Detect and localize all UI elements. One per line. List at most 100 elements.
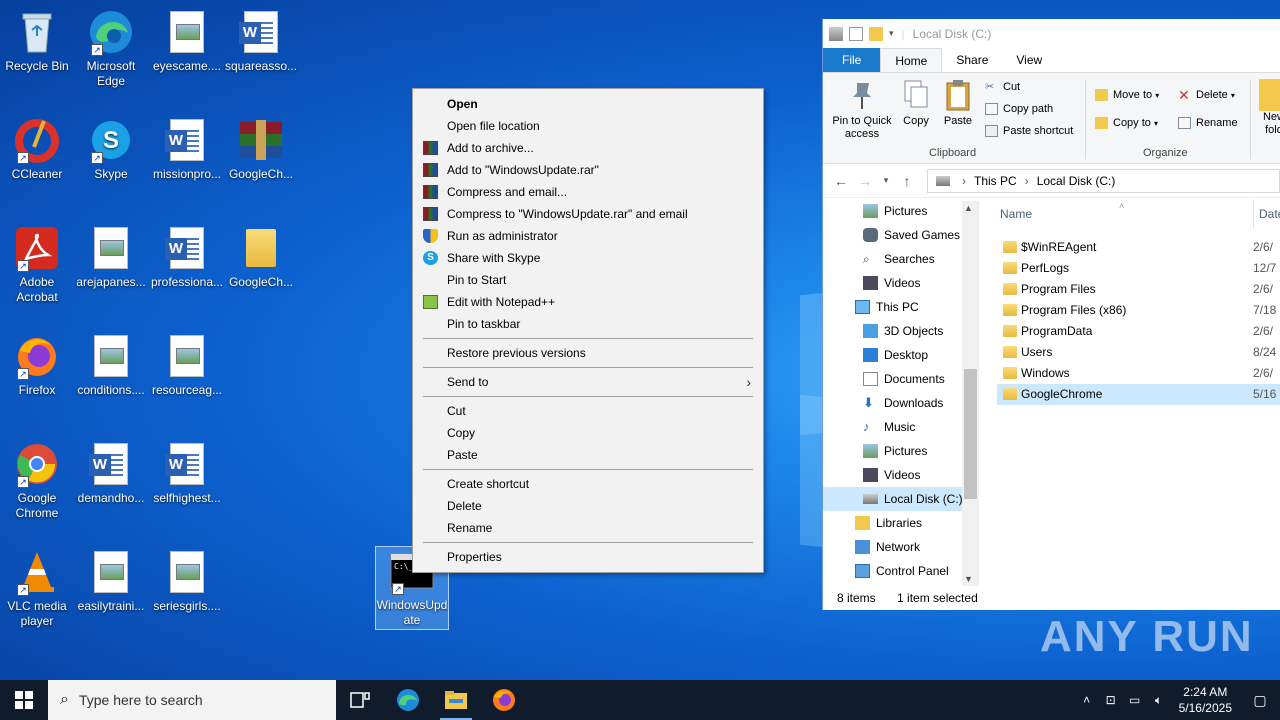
desktop-icon-file[interactable]: W professiona... (150, 224, 224, 290)
new-folder-button[interactable]: New fold (1259, 79, 1280, 137)
quick-access-dropdown-icon[interactable]: ▾ (889, 28, 894, 39)
paste-button[interactable]: Paste (941, 79, 975, 128)
tab-home[interactable]: Home (880, 48, 943, 72)
column-header-date[interactable]: Date (1253, 199, 1280, 229)
desktop-icon-recycle-bin[interactable]: Recycle Bin (0, 8, 74, 74)
chevron-up-icon[interactable]: ˄ (1075, 693, 1099, 707)
nav-item-network[interactable]: Network (823, 535, 979, 559)
desktop-icon-edge[interactable]: ↗ Microsoft Edge (74, 8, 148, 89)
task-view-button[interactable] (336, 680, 384, 720)
file-row[interactable]: Program Files 2/6/ (993, 279, 1280, 300)
menu-item-open-file-location[interactable]: Open file location (413, 115, 763, 137)
back-arrow-icon[interactable]: ← (829, 173, 853, 189)
title-bar[interactable]: ▾ | Local Disk (C:) (823, 19, 1280, 48)
properties-icon[interactable] (849, 26, 863, 41)
nav-item-searches[interactable]: ⌕ Searches (823, 247, 979, 271)
desktop-icon-skype[interactable]: S ↗ Skype (74, 116, 148, 182)
copy-button[interactable]: Copy (899, 79, 933, 128)
menu-item-edit-with-notepadpp[interactable]: Edit with Notepad++ (413, 291, 763, 313)
forward-arrow-icon[interactable]: → (853, 173, 877, 189)
move-to-button[interactable]: Move to ▾ (1095, 85, 1159, 105)
nav-item-videos[interactable]: Videos (823, 271, 979, 295)
nav-item-3d-objects[interactable]: 3D Objects (823, 319, 979, 343)
desktop-icon-folder[interactable]: GoogleCh... (224, 224, 298, 290)
nav-item-this-pc[interactable]: This PC (823, 295, 979, 319)
file-row-selected[interactable]: GoogleChrome 5/16 (997, 384, 1280, 405)
taskbar-edge[interactable] (384, 680, 432, 720)
taskbar-search[interactable]: ⌕ Type here to search (48, 680, 336, 720)
taskbar-firefox[interactable] (480, 680, 528, 720)
menu-item-properties[interactable]: Properties (413, 546, 763, 568)
scrollbar-thumb[interactable] (964, 369, 977, 499)
menu-item-compress-and-email[interactable]: Compress and email... (413, 181, 763, 203)
new-folder-icon[interactable] (869, 26, 883, 41)
menu-item-send-to[interactable]: Send to › (413, 371, 763, 393)
nav-item-saved-games[interactable]: Saved Games (823, 223, 979, 247)
paste-shortcut-button[interactable]: Paste shortcut (985, 121, 1073, 141)
nav-item-libraries[interactable]: Libraries (823, 511, 979, 535)
desktop-icon-file[interactable]: easilytraini... (74, 548, 148, 614)
desktop-icon-file[interactable]: W demandho... (74, 440, 148, 506)
nav-item-videos[interactable]: Videos (823, 463, 979, 487)
security-icon[interactable]: ⊡ (1099, 693, 1123, 707)
network-icon[interactable]: ▭ (1123, 693, 1147, 707)
copy-path-button[interactable]: Copy path (985, 99, 1053, 119)
menu-item-pin-to-start[interactable]: Pin to Start (413, 269, 763, 291)
up-arrow-icon[interactable]: ↑ (895, 173, 919, 189)
menu-item-compress-to-rar-and-email[interactable]: Compress to "WindowsUpdate.rar" and emai… (413, 203, 763, 225)
volume-icon[interactable]: 🔈︎ (1147, 693, 1171, 708)
cut-button[interactable]: ✂ Cut (985, 77, 1020, 97)
desktop-icon-file[interactable]: seriesgirls.... (150, 548, 224, 614)
copy-to-button[interactable]: Copy to ▾ (1095, 113, 1158, 133)
nav-item-pictures[interactable]: Pictures (823, 439, 979, 463)
menu-item-restore-previous-versions[interactable]: Restore previous versions (413, 342, 763, 364)
desktop-icon-google-chrome[interactable]: ↗ Google Chrome (0, 440, 74, 521)
file-row[interactable]: PerfLogs 12/7 (993, 258, 1280, 279)
nav-item-desktop[interactable]: Desktop (823, 343, 979, 367)
desktop-icon-file[interactable]: arejapanes... (74, 224, 148, 290)
nav-item-pictures[interactable]: Pictures (823, 199, 979, 223)
column-header-name[interactable]: Name (1000, 199, 1032, 229)
tab-share[interactable]: Share (942, 48, 1002, 72)
desktop-icon-file[interactable]: resourceag... (150, 332, 224, 398)
rename-button[interactable]: Rename (1178, 113, 1238, 133)
delete-button[interactable]: ✕ Delete ▾ (1178, 85, 1235, 105)
breadcrumb-this-pc[interactable]: This PC (974, 174, 1017, 188)
menu-item-share-with-skype[interactable]: S Share with Skype (413, 247, 763, 269)
notifications-icon[interactable]: ▢ (1240, 692, 1280, 709)
menu-item-add-to-rar[interactable]: Add to "WindowsUpdate.rar" (413, 159, 763, 181)
menu-item-pin-to-taskbar[interactable]: Pin to taskbar (413, 313, 763, 335)
file-row[interactable]: $WinREAgent 2/6/ (993, 237, 1280, 258)
menu-item-rename[interactable]: Rename (413, 517, 763, 539)
desktop-icon-file[interactable]: eyescame.... (150, 8, 224, 74)
menu-item-create-shortcut[interactable]: Create shortcut (413, 473, 763, 495)
taskbar-file-explorer[interactable] (432, 680, 480, 720)
menu-item-copy[interactable]: Copy (413, 422, 763, 444)
desktop-icon-file[interactable]: W missionpro... (150, 116, 224, 182)
pin-to-quick-access-button[interactable]: Pin to Quick access (829, 79, 895, 141)
desktop-icon-file[interactable]: W selfhighest... (150, 440, 224, 506)
tab-view[interactable]: View (1002, 48, 1056, 72)
scroll-down-arrow-icon[interactable]: ▼ (964, 574, 973, 584)
tab-file[interactable]: File (823, 48, 881, 72)
desktop-icon-file[interactable]: conditions.... (74, 332, 148, 398)
breadcrumb-local-disk[interactable]: Local Disk (C:) (1037, 174, 1116, 188)
file-row[interactable]: ProgramData 2/6/ (993, 321, 1280, 342)
desktop-icon-file[interactable]: GoogleCh... (224, 116, 298, 182)
nav-item-control-panel[interactable]: Control Panel (823, 559, 979, 583)
nav-item-downloads[interactable]: ⬇ Downloads (823, 391, 979, 415)
nav-pane-scrollbar[interactable]: ▲ ▼ (962, 201, 979, 586)
scroll-up-arrow-icon[interactable]: ▲ (964, 203, 973, 213)
nav-item-local-disk[interactable]: Local Disk (C:) (823, 487, 979, 511)
file-row[interactable]: Program Files (x86) 7/18 (993, 300, 1280, 321)
desktop-icon-adobe-acrobat[interactable]: ↗ Adobe Acrobat (0, 224, 74, 305)
file-row[interactable]: Users 8/24 (993, 342, 1280, 363)
menu-item-paste[interactable]: Paste (413, 444, 763, 466)
nav-item-music[interactable]: ♪ Music (823, 415, 979, 439)
desktop-icon-vlc[interactable]: ↗ VLC media player (0, 548, 74, 629)
address-box[interactable]: › This PC › Local Disk (C:) (927, 169, 1280, 193)
file-row[interactable]: Windows 2/6/ (993, 363, 1280, 384)
desktop-icon-firefox[interactable]: ↗ Firefox (0, 332, 74, 398)
clock[interactable]: 2:24 AM 5/16/2025 (1171, 684, 1240, 716)
menu-item-run-as-administrator[interactable]: Run as administrator (413, 225, 763, 247)
